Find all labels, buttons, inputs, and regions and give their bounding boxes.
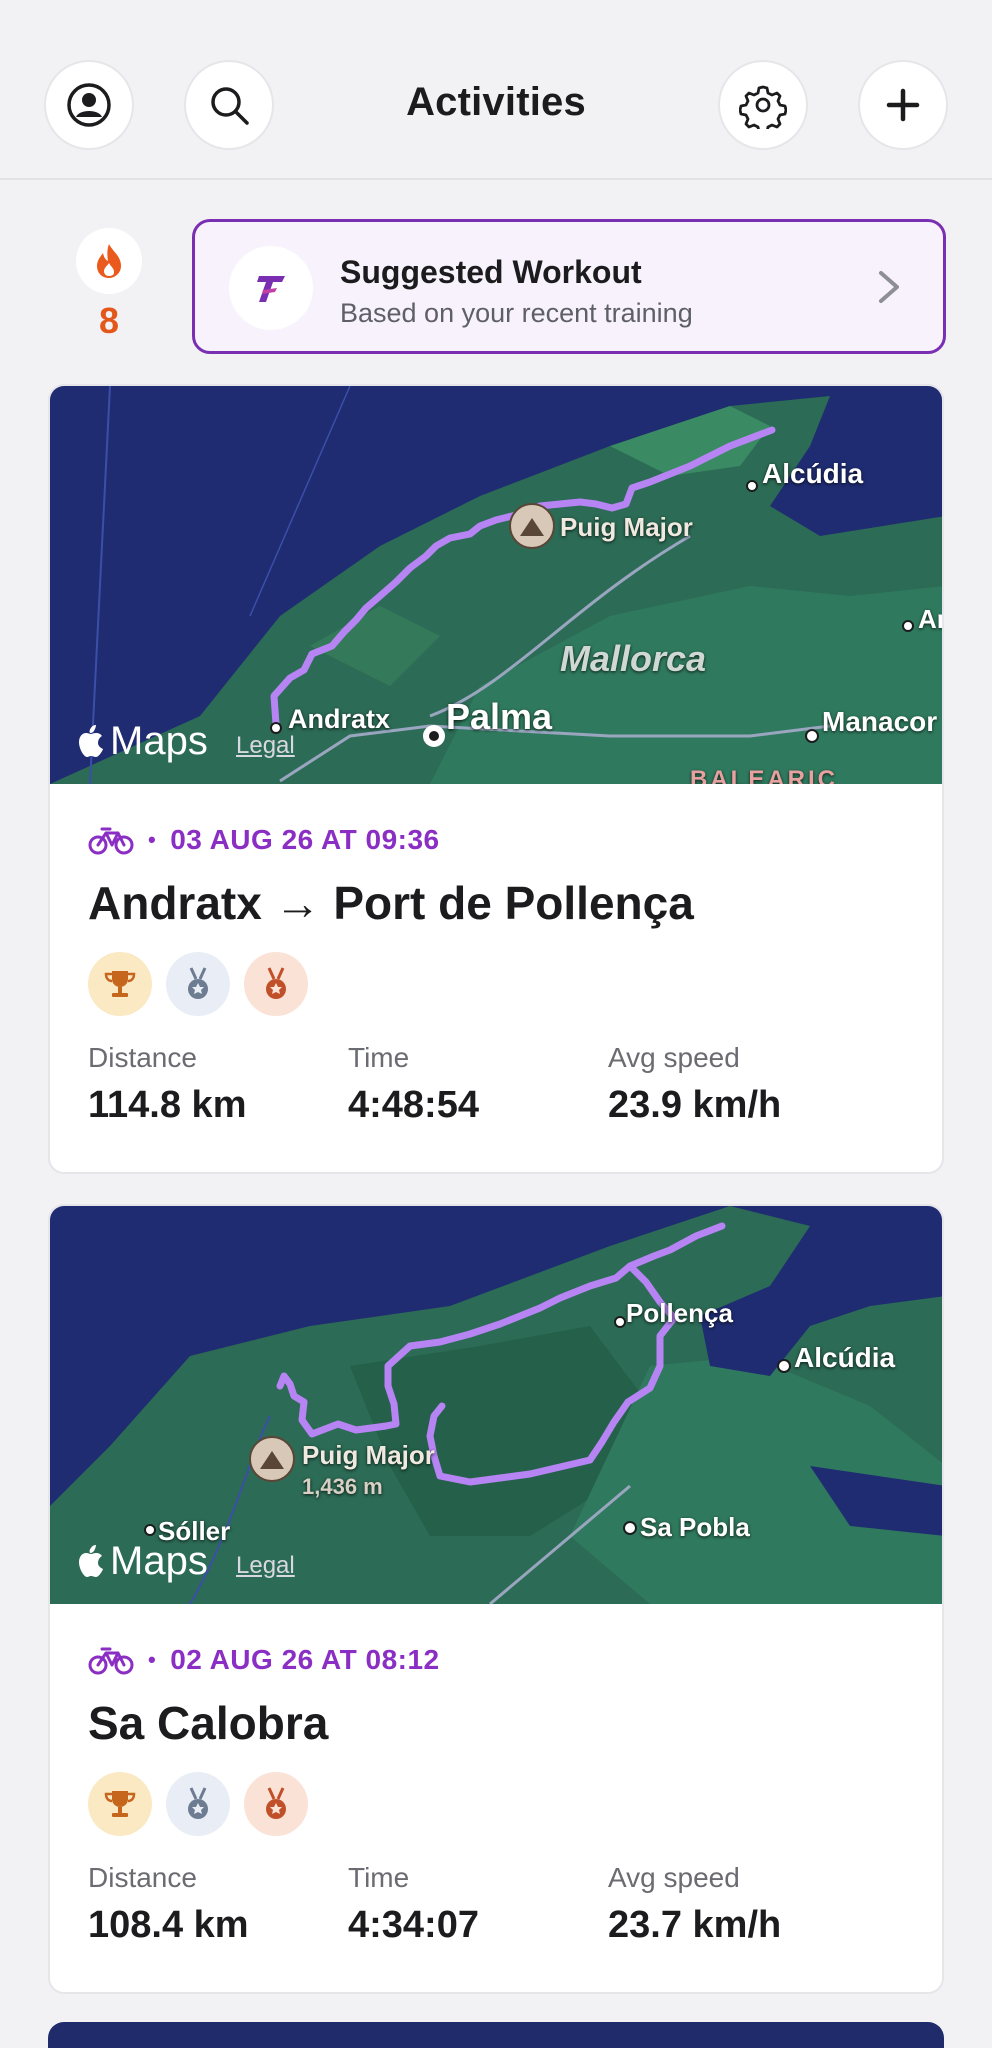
stat-label: Distance: [88, 1042, 197, 1073]
map-label: Ar: [918, 604, 942, 634]
activity-card[interactable]: Alcúdia Puig Major Ar Mallorca Andratx P…: [48, 384, 944, 1174]
stat-distance: Distance 114.8 km: [88, 1042, 348, 1127]
activity-title: Andratx → Port de Pollença: [88, 877, 694, 929]
maps-label: Maps: [110, 1539, 208, 1583]
trophy-icon: [104, 1791, 136, 1817]
bike-icon: [88, 1647, 134, 1675]
gear-icon: [739, 85, 787, 129]
maps-attribution: Maps: [76, 1539, 208, 1584]
stat-avg-speed: Avg speed 23.9 km/h: [608, 1042, 868, 1127]
stat-label: Avg speed: [608, 1862, 740, 1893]
map-label: Palma: [446, 696, 553, 737]
legal-link[interactable]: Legal: [236, 1552, 295, 1580]
route-map[interactable]: Pollença Alcúdia Puig Major 1,436 m Sóll…: [50, 1206, 942, 1604]
map-label: 1,436 m: [302, 1474, 383, 1499]
stat-value: 23.7 km/h: [608, 1904, 782, 1946]
flame-icon: [97, 244, 121, 278]
coach-logo-icon: [257, 276, 285, 302]
map-label: Puig Major: [560, 512, 693, 542]
coach-logo: [229, 246, 313, 330]
activity-title: Sa Calobra: [88, 1697, 329, 1749]
map-label: Andratx: [288, 704, 391, 734]
map-label: Manacor: [822, 706, 938, 737]
stat-label: Avg speed: [608, 1042, 740, 1073]
stat-value: 23.9 km/h: [608, 1084, 782, 1126]
stat-value: 4:48:54: [348, 1084, 479, 1126]
stat-avg-speed: Avg speed 23.7 km/h: [608, 1862, 868, 1947]
bronze-medal-icon: [266, 967, 286, 999]
stat-distance: Distance 108.4 km: [88, 1862, 348, 1947]
stat-label: Distance: [88, 1862, 197, 1893]
legal-link[interactable]: Legal: [236, 732, 295, 760]
silver-medal-badge[interactable]: [166, 1772, 230, 1836]
maps-attribution: Maps: [76, 719, 208, 764]
map-label: Mallorca: [560, 638, 707, 679]
activity-card[interactable]: Pollença Alcúdia Puig Major 1,436 m Sóll…: [48, 1204, 944, 1994]
silver-medal-icon: [188, 1787, 208, 1819]
bronze-medal-badge[interactable]: [244, 952, 308, 1016]
settings-button[interactable]: [718, 60, 808, 150]
streak-indicator[interactable]: 8: [76, 228, 142, 342]
separator-dot: •: [148, 827, 157, 852]
suggestion-title: Suggested Workout: [340, 254, 642, 290]
map-label: Sa Pobla: [640, 1512, 750, 1542]
suggested-workout-card[interactable]: Suggested Workout Based on your recent t…: [192, 219, 946, 354]
activity-stats: Distance 108.4 km Time 4:34:07 Avg speed…: [88, 1862, 908, 1947]
silver-medal-badge[interactable]: [166, 952, 230, 1016]
map-label: Alcúdia: [794, 1342, 896, 1373]
achievement-medals[interactable]: [88, 1772, 308, 1836]
trophy-badge[interactable]: [88, 952, 152, 1016]
bronze-medal-badge[interactable]: [244, 1772, 308, 1836]
chevron-right-icon: [879, 271, 899, 303]
activity-meta: • 03 AUG 26 AT 09:36: [88, 824, 440, 856]
trophy-badge[interactable]: [88, 1772, 152, 1836]
trophy-icon: [104, 971, 136, 997]
stat-label: Time: [348, 1042, 410, 1073]
bike-icon: [88, 827, 134, 855]
streak-badge: [76, 228, 142, 294]
stat-value: 108.4 km: [88, 1904, 249, 1946]
page-title: Activities: [406, 80, 586, 124]
top-bar: Activities: [0, 0, 992, 180]
separator-dot: •: [148, 1647, 157, 1672]
stat-label: Time: [348, 1862, 410, 1893]
activity-meta: • 02 AUG 26 AT 08:12: [88, 1644, 440, 1676]
add-activity-button[interactable]: [858, 60, 948, 150]
activity-card-next[interactable]: [48, 2022, 944, 2048]
achievement-medals[interactable]: [88, 952, 308, 1016]
maps-label: Maps: [110, 719, 208, 763]
apple-icon: [79, 1544, 103, 1577]
suggestion-subtitle: Based on your recent training: [340, 298, 693, 328]
map-label: Pollença: [626, 1298, 733, 1328]
bronze-medal-icon: [266, 1787, 286, 1819]
route-map[interactable]: Alcúdia Puig Major Ar Mallorca Andratx P…: [50, 386, 942, 784]
streak-count: 8: [98, 300, 120, 341]
stat-value: 114.8 km: [88, 1084, 247, 1126]
plus-icon: [886, 88, 920, 122]
map-label: BALEARIC: [690, 766, 838, 784]
silver-medal-icon: [188, 967, 208, 999]
map-label: Puig Major: [302, 1440, 435, 1470]
map-label: Alcúdia: [762, 458, 864, 489]
activity-date: 03 AUG 26 AT 09:36: [170, 824, 440, 855]
stat-value: 4:34:07: [348, 1904, 479, 1946]
apple-icon: [79, 724, 103, 757]
activity-date: 02 AUG 26 AT 08:12: [170, 1644, 440, 1675]
stat-time: Time 4:48:54: [348, 1042, 608, 1127]
activity-stats: Distance 114.8 km Time 4:48:54 Avg speed…: [88, 1042, 908, 1127]
stat-time: Time 4:34:07: [348, 1862, 608, 1947]
